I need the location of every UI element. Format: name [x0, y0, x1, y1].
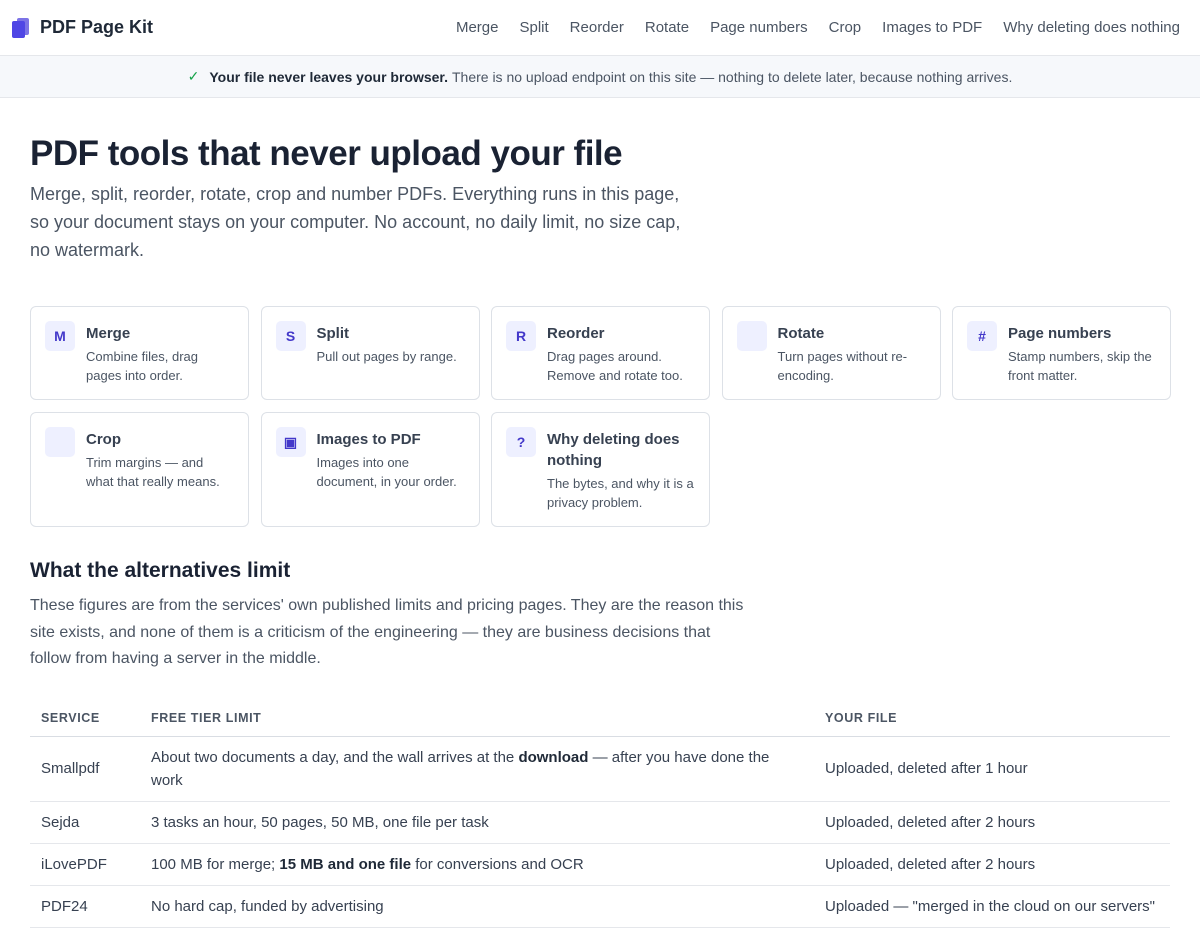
section-heading-alternatives: What the alternatives limit: [30, 559, 291, 582]
tool-card-rotate[interactable]: Rotate Turn pages without re-encoding.: [721, 306, 941, 400]
limit-cell: About two documents a day, and the wall …: [140, 736, 814, 802]
limit-emphasis: 15 MB and one file: [279, 855, 412, 873]
nav-link-rotate[interactable]: Rotate: [645, 19, 689, 36]
limit-text: About two documents a day, and the wall …: [151, 748, 519, 766]
limit-text: 100 MB for merge;: [151, 855, 280, 873]
limit-text: No hard cap, funded by advertising: [151, 897, 384, 915]
tool-card-why-deleting[interactable]: ? Why deleting does nothing The bytes, an…: [491, 412, 710, 527]
pdf-stack-logo-icon: [12, 17, 30, 38]
table-row: PDF24 No hard cap, funded by advertising…: [30, 885, 1170, 928]
nav-link-crop[interactable]: Crop: [829, 19, 862, 36]
tool-card-reorder[interactable]: R Reorder Drag pages around. Remove and r…: [491, 306, 710, 400]
banner-strong-text: Your file never leaves your browser.: [209, 68, 448, 85]
rotate-badge-icon: [736, 321, 767, 351]
file-cell: Uploaded, deleted after 1 hour: [814, 736, 1170, 802]
limit-cell: No hard cap, funded by advertising: [140, 885, 814, 928]
page-numbers-badge-icon: #: [967, 321, 997, 351]
alternatives-table: SERVICE FREE TIER LIMIT YOUR FILE Smallp…: [30, 700, 1170, 928]
privacy-banner: ✓ Your file never leaves your browser. T…: [0, 56, 1200, 98]
question-badge-icon: ?: [506, 427, 536, 457]
brand[interactable]: PDF Page Kit: [12, 17, 153, 38]
tool-card-crop[interactable]: Crop Trim margins — and what that really …: [30, 412, 249, 527]
service-cell: Smallpdf: [30, 736, 140, 802]
tool-card-images-to-pdf[interactable]: ▣ Images to PDF Images into one document,…: [260, 412, 480, 527]
table-row: iLovePDF 100 MB for merge; 15 MB and one…: [30, 843, 1170, 886]
tool-description: Pull out pages by range.: [316, 349, 457, 364]
limit-text: 3 tasks an hour, 50 pages, 50 MB, one fi…: [151, 813, 489, 831]
tool-grid: M Merge Combine files, drag pages into or…: [30, 306, 1171, 527]
tool-description: Trim margins — and what that really mean…: [86, 455, 220, 489]
page-lede: Merge, split, reorder, rotate, crop and …: [30, 184, 681, 260]
column-header-limit: FREE TIER LIMIT: [140, 700, 814, 737]
check-icon: ✓: [187, 68, 200, 84]
banner-text: There is no upload endpoint on this site…: [451, 68, 1013, 85]
tool-card-merge[interactable]: M Merge Combine files, drag pages into or…: [30, 306, 249, 400]
column-header-service: SERVICE: [30, 700, 140, 737]
file-cell: Uploaded, deleted after 2 hours: [814, 843, 1170, 886]
service-cell: iLovePDF: [30, 843, 140, 886]
alternatives-paragraph: These figures are from the services' own…: [30, 597, 744, 667]
nav-link-page-numbers[interactable]: Page numbers: [710, 19, 808, 36]
nav-link-images-to-pdf[interactable]: Images to PDF: [882, 19, 982, 36]
brand-name: PDF Page Kit: [40, 17, 154, 37]
tool-description: Drag pages around. Remove and rotate too…: [547, 349, 683, 383]
file-cell: Uploaded — "merged in the cloud on our s…: [814, 885, 1170, 928]
tool-card-split[interactable]: S Split Pull out pages by range.: [260, 306, 480, 400]
tool-title: Rotate: [777, 325, 825, 342]
image-badge-icon: ▣: [275, 427, 306, 457]
file-cell: Uploaded, deleted after 2 hours: [814, 801, 1170, 844]
limit-emphasis: download: [518, 748, 589, 766]
tool-title: Reorder: [547, 325, 605, 342]
limit-text: for conversions and OCR: [411, 855, 584, 873]
service-cell: PDF24: [30, 885, 140, 928]
reorder-badge-icon: R: [506, 321, 536, 351]
nav-links: Merge Split Reorder Rotate Page numbers …: [456, 19, 1180, 36]
tool-title: Why deleting does nothing: [547, 431, 680, 469]
tool-title: Page numbers: [1008, 325, 1112, 342]
tool-title: Crop: [86, 431, 121, 448]
page-title: PDF tools that never upload your file: [30, 134, 623, 173]
table-row: Smallpdf About two documents a day, and …: [30, 736, 1170, 802]
tool-title: Images to PDF: [316, 431, 421, 448]
tool-card-page-numbers[interactable]: # Page numbers Stamp numbers, skip the fr…: [952, 306, 1171, 400]
nav-link-split[interactable]: Split: [519, 19, 548, 36]
tool-description: Turn pages without re-encoding.: [777, 349, 908, 383]
limit-cell: 3 tasks an hour, 50 pages, 50 MB, one fi…: [140, 801, 814, 844]
tool-title: Merge: [86, 325, 131, 342]
tool-description: The bytes, and why it is a privacy probl…: [547, 476, 694, 510]
table-row: Sejda 3 tasks an hour, 50 pages, 50 MB, …: [30, 801, 1170, 844]
split-badge-icon: S: [275, 321, 306, 351]
top-navigation: PDF Page Kit Merge Split Reorder Rotate …: [0, 0, 1200, 56]
tool-title: Split: [316, 325, 350, 342]
main-content: PDF tools that never upload your file Me…: [0, 134, 1200, 928]
column-header-your-file: YOUR FILE: [814, 700, 1170, 737]
tool-description: Images into one document, in your order.: [316, 455, 457, 489]
nav-link-reorder[interactable]: Reorder: [570, 19, 624, 36]
table-header-row: SERVICE FREE TIER LIMIT YOUR FILE: [30, 700, 1170, 737]
crop-badge-icon: [45, 427, 75, 457]
tool-description: Combine files, drag pages into order.: [86, 349, 198, 383]
service-cell: Sejda: [30, 801, 140, 844]
nav-link-why-deleting[interactable]: Why deleting does nothing: [1003, 19, 1180, 36]
merge-badge-icon: M: [45, 321, 75, 351]
tool-description: Stamp numbers, skip the front matter.: [1008, 349, 1152, 383]
limit-cell: 100 MB for merge; 15 MB and one file for…: [140, 843, 814, 886]
nav-link-merge[interactable]: Merge: [456, 19, 499, 36]
